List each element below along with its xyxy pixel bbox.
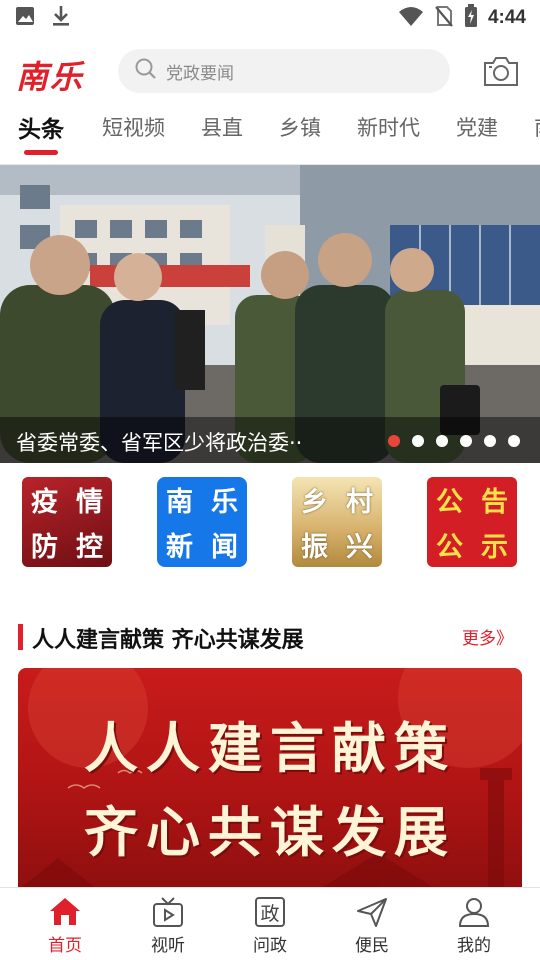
tile-char: 南 <box>166 487 193 518</box>
tile-char: 公 <box>436 532 463 563</box>
carousel-dot[interactable] <box>484 435 496 447</box>
nav-inquiry-label: 问政 <box>253 936 287 956</box>
headline-carousel[interactable]: 省委常委、省军区少将政治委·· <box>0 165 540 463</box>
wifi-icon <box>398 5 424 31</box>
nav-home-label: 首页 <box>48 936 82 956</box>
section-accent-bar <box>18 624 23 650</box>
active-tab-indicator <box>24 150 58 155</box>
nav-profile-label: 我的 <box>457 936 491 956</box>
tile-char: 乐 <box>211 487 238 518</box>
tv-icon <box>151 896 185 928</box>
carousel-dots <box>388 435 520 447</box>
tab-party-building[interactable]: 党建 <box>456 112 498 142</box>
zheng-glyph: 政 <box>260 903 279 925</box>
tile-char: 告 <box>481 487 508 518</box>
search-icon <box>134 57 158 85</box>
tile-char: 情 <box>76 487 103 518</box>
carousel-dot[interactable] <box>436 435 448 447</box>
tab-township[interactable]: 乡镇 <box>279 112 321 142</box>
tile-char: 兴 <box>346 532 373 563</box>
tile-char: 振 <box>301 532 328 563</box>
more-link[interactable]: 更多》 <box>462 624 513 649</box>
tile-char: 控 <box>76 532 103 563</box>
tile-char: 乡 <box>301 487 328 518</box>
image-icon <box>14 5 36 31</box>
tab-headline[interactable]: 头条 <box>18 110 64 144</box>
tile-char: 疫 <box>31 487 58 518</box>
tile-char: 防 <box>31 532 58 563</box>
nav-services-label: 便民 <box>355 936 389 956</box>
tab-short-video[interactable]: 短视频 <box>102 112 165 142</box>
app-logo: 南乐 <box>16 58 85 96</box>
tab-new-era[interactable]: 新时代 <box>357 112 420 142</box>
clock: 4:44 <box>487 7 526 28</box>
search-placeholder: 党政要闻 <box>166 63 234 84</box>
banner-caption[interactable]: 省委常委、省军区少将政治委·· <box>16 427 302 457</box>
feature-line-1: 人人建言献策 <box>84 716 456 780</box>
nav-inquiry[interactable]: 政 问政 <box>235 896 305 956</box>
nav-video[interactable]: 视听 <box>133 896 203 956</box>
no-sim-icon <box>434 5 454 31</box>
send-icon <box>355 896 389 928</box>
epidemic-control-tile[interactable]: 疫 情 防 控 <box>22 477 112 567</box>
battery-icon <box>464 4 478 32</box>
header: 南乐 党政要闻 <box>0 46 540 98</box>
quick-links: 疫 情 防 控 南 乐 新 闻 乡 村 振 兴 公 告 公 示 <box>0 472 540 572</box>
camera-icon[interactable] <box>482 54 522 90</box>
tile-char: 示 <box>481 532 508 563</box>
nanle-news-tile[interactable]: 南 乐 新 闻 <box>157 477 247 567</box>
nav-home[interactable]: 首页 <box>30 896 100 956</box>
nav-profile[interactable]: 我的 <box>439 896 509 956</box>
carousel-dot[interactable] <box>412 435 424 447</box>
home-icon <box>48 896 82 928</box>
channel-tabs: 头条 短视频 县直 乡镇 新时代 党建 南 <box>0 104 540 160</box>
carousel-dot[interactable] <box>508 435 520 447</box>
feature-line-2: 齐心共谋发展 <box>84 800 456 864</box>
tab-county[interactable]: 县直 <box>201 112 243 142</box>
zheng-icon: 政 <box>253 896 287 928</box>
carousel-dot[interactable] <box>460 435 472 447</box>
feature-banner[interactable]: 人人建言献策 齐心共谋发展 <box>18 668 522 890</box>
status-bar: 4:44 <box>0 0 540 36</box>
download-icon <box>50 4 72 32</box>
nav-video-label: 视听 <box>151 936 185 956</box>
carousel-dot[interactable] <box>388 435 400 447</box>
section-title: 人人建言献策 齐心共谋发展 <box>32 627 304 653</box>
tile-char: 公 <box>436 487 463 518</box>
tab-nanle[interactable]: 南 <box>534 112 540 142</box>
user-icon <box>457 896 491 928</box>
tile-char: 闻 <box>211 532 238 563</box>
search-bar[interactable]: 党政要闻 <box>118 49 450 93</box>
rural-revitalization-tile[interactable]: 乡 村 振 兴 <box>292 477 382 567</box>
nav-services[interactable]: 便民 <box>337 896 407 956</box>
announcements-tile[interactable]: 公 告 公 示 <box>427 477 517 567</box>
bottom-nav: 首页 视听 政 问政 便民 我的 <box>0 887 540 960</box>
tile-char: 新 <box>166 532 193 563</box>
tile-char: 村 <box>346 487 373 518</box>
